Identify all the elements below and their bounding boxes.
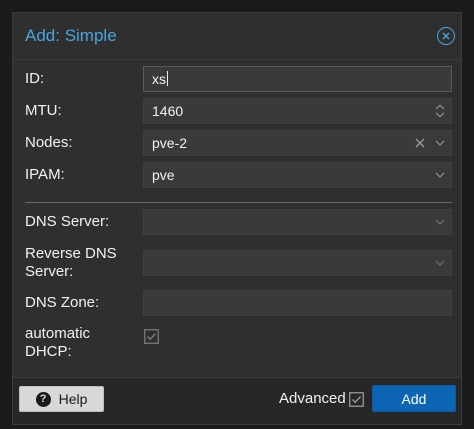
automatic-dhcp-label: automatic DHCP: <box>25 325 90 361</box>
chevron-down-icon[interactable] <box>433 136 447 150</box>
clear-x-icon[interactable] <box>413 136 427 150</box>
mtu-field[interactable]: 1460 <box>143 98 452 124</box>
ipam-value: pve <box>152 167 175 183</box>
id-label: ID: <box>25 70 45 87</box>
text-caret <box>167 71 168 86</box>
add-button[interactable]: Add <box>372 385 456 412</box>
question-circle-icon: ? <box>35 391 51 407</box>
id-field[interactable]: xs <box>143 66 452 92</box>
dns-server-select[interactable] <box>143 209 452 235</box>
automatic-dhcp-label-line1: automatic <box>25 325 91 342</box>
advanced-checkbox[interactable] <box>349 392 364 407</box>
reverse-dns-server-label: Reverse DNS Server: <box>25 245 117 281</box>
dialog-footer: ? Help Advanced Add <box>13 377 461 424</box>
help-button-label: Help <box>58 391 88 407</box>
chevron-down-icon[interactable] <box>433 168 447 182</box>
id-value: xs <box>152 71 166 87</box>
nodes-value: pve-2 <box>152 135 188 151</box>
ipam-label: IPAM: <box>25 166 65 183</box>
reverse-dns-server-select[interactable] <box>143 250 452 276</box>
nodes-label: Nodes: <box>25 134 73 151</box>
reverse-dns-label-line1: Reverse DNS <box>25 245 117 262</box>
nodes-select[interactable]: pve-2 <box>143 130 452 156</box>
spinner-arrows-icon[interactable] <box>433 104 447 118</box>
automatic-dhcp-checkbox[interactable] <box>144 329 159 344</box>
mtu-value: 1460 <box>152 103 184 119</box>
close-icon[interactable] <box>437 27 455 45</box>
help-button[interactable]: ? Help <box>19 386 104 412</box>
chevron-down-icon[interactable] <box>433 215 447 229</box>
dialog-titlebar: Add: Simple <box>13 13 461 60</box>
dns-zone-field[interactable] <box>143 290 452 316</box>
reverse-dns-label-line2: Server: <box>25 263 74 280</box>
section-separator <box>25 202 452 203</box>
mtu-label: MTU: <box>25 102 62 119</box>
advanced-label: Advanced <box>279 390 346 407</box>
dns-zone-label: DNS Zone: <box>25 294 100 311</box>
chevron-down-icon[interactable] <box>433 256 447 270</box>
automatic-dhcp-label-line2: DHCP: <box>25 343 72 360</box>
dns-server-label: DNS Server: <box>25 213 110 230</box>
ipam-select[interactable]: pve <box>143 162 452 188</box>
add-simple-dialog: Add: Simple ID: xs MTU: 1460 Nodes: pve-… <box>12 12 462 425</box>
dialog-title: Add: Simple <box>25 26 117 45</box>
